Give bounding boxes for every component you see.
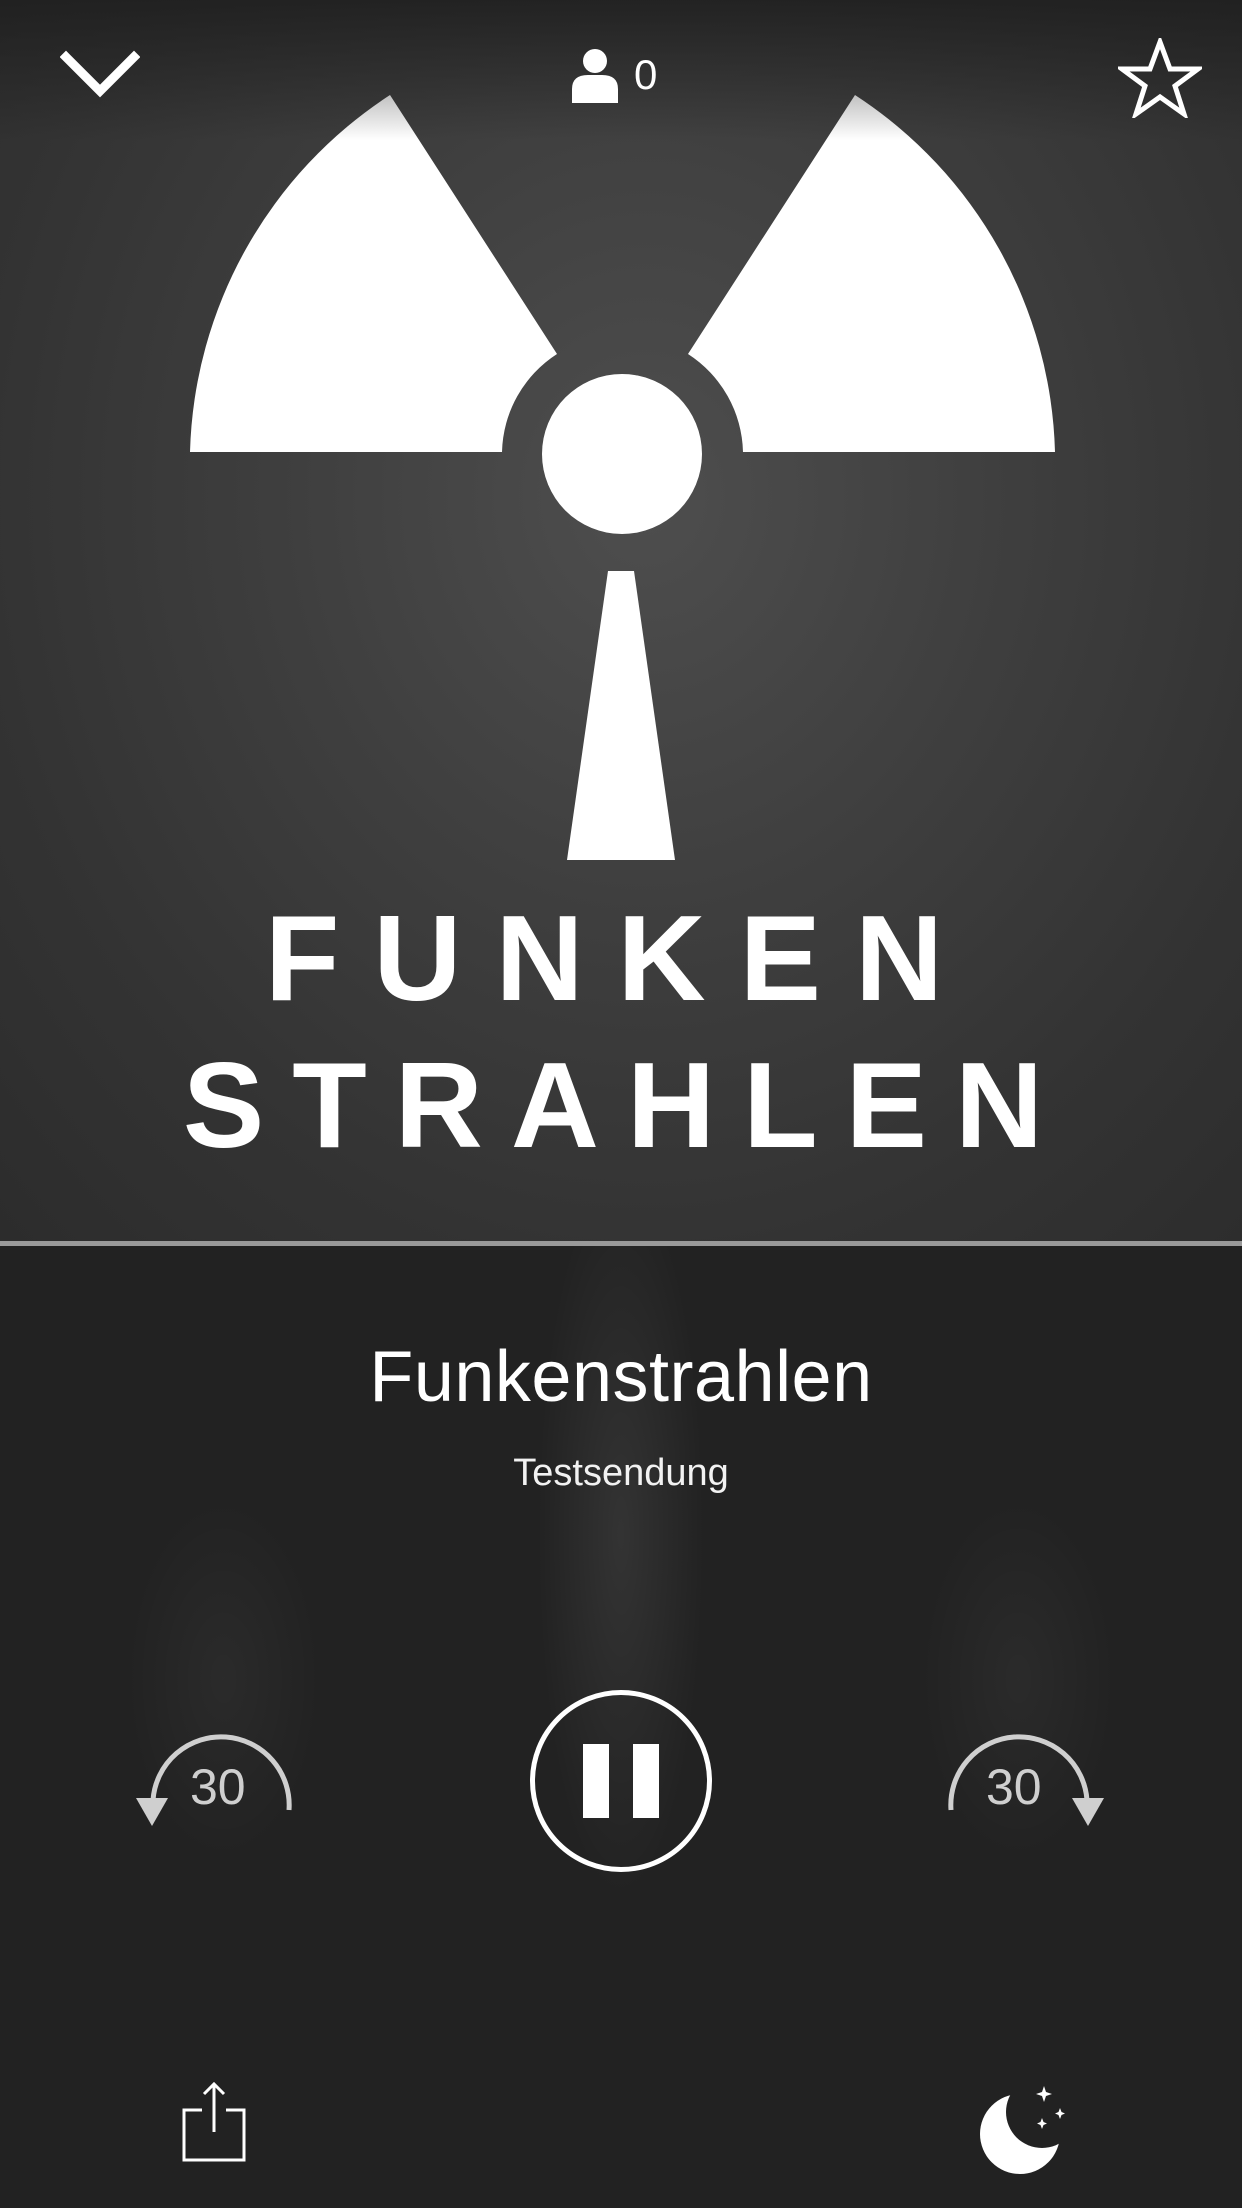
artwork-line-2: STRAHLEN [183, 1037, 1071, 1173]
share-button[interactable] [180, 2080, 250, 2164]
skip-forward-30-button[interactable]: 30 [942, 1730, 1112, 1850]
collapse-button[interactable] [40, 30, 160, 120]
track-subtitle: Testsendung [513, 1452, 729, 1494]
now-playing-screen: FUNKEN STRAHLEN 0 Funkenstrahlen Testsen… [0, 0, 1242, 2208]
moon-stars-icon [980, 2086, 1065, 2174]
star-outline-icon [1118, 38, 1202, 118]
listener-count: 0 [634, 51, 658, 98]
artwork-line-1: FUNKEN [265, 890, 977, 1026]
skip-forward-seconds: 30 [986, 1759, 1042, 1815]
person-icon [572, 49, 618, 103]
track-title: Funkenstrahlen [369, 1337, 873, 1417]
top-bar: 0 [0, 0, 1242, 150]
favorite-button[interactable] [1110, 28, 1210, 128]
sleep-timer-button[interactable] [980, 2076, 1090, 2176]
radiation-symbol-icon: FUNKEN STRAHLEN [183, 95, 1071, 1173]
share-icon [182, 2081, 246, 2162]
chevron-down-icon [60, 50, 140, 98]
play-pause-button[interactable] [530, 1690, 712, 1872]
skip-back-seconds: 30 [190, 1759, 246, 1815]
pause-icon [583, 1744, 659, 1818]
listener-count-indicator: 0 [570, 40, 657, 110]
podcast-artwork: FUNKEN STRAHLEN [0, 0, 1242, 1242]
skip-back-30-button[interactable]: 30 [128, 1730, 298, 1850]
